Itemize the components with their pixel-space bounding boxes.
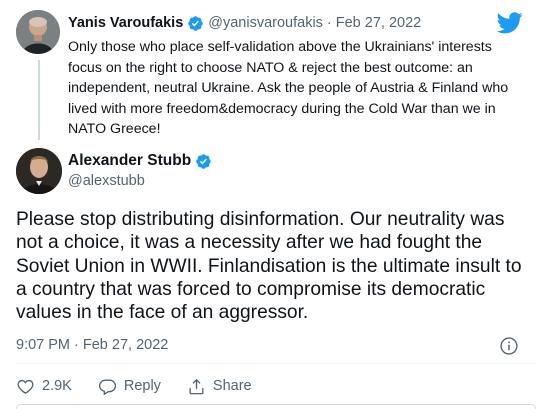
divider [16,363,536,364]
quoted-tweet-header: Yanis Varoufakis @yanisvaroufakis · Feb … [68,13,421,33]
reply-composer-edge [16,404,536,409]
main-author-handle[interactable]: @alexstubb [68,173,145,189]
verified-badge-icon [188,15,204,31]
main-author-name[interactable]: Alexander Stubb [68,152,191,170]
share-upload-icon [189,378,204,394]
thread-connector-line [38,60,40,140]
verified-badge-icon [196,153,211,169]
quoted-tweet-text: Only those who place self-validation abo… [68,39,509,137]
main-tweet-text: Please stop distributing disinformation.… [16,209,522,324]
quoted-tweet-date[interactable]: Feb 27, 2022 [336,15,421,31]
like-button[interactable]: 2.9K [16,377,72,396]
main-author-avatar[interactable] [16,148,62,194]
share-button[interactable]: Share [187,377,252,396]
info-icon[interactable] [499,336,519,356]
quoted-author-name[interactable]: Yanis Varoufakis [68,15,183,31]
reply-button[interactable]: Reply [98,377,161,396]
main-tweet-header: Alexander Stubb [68,150,216,172]
share-label: Share [212,378,252,394]
reply-label: Reply [123,378,161,394]
quoted-author-handle[interactable]: @yanisvaroufakis [208,15,323,31]
like-count: 2.9K [42,378,72,394]
twitter-bird-icon[interactable] [497,12,523,34]
separator-dot: · [326,15,332,31]
tweet-card: Yanis Varoufakis @yanisvaroufakis · Feb … [0,0,555,409]
action-bar: 2.9K Reply Share [16,375,278,397]
quoted-author-avatar[interactable] [16,10,60,54]
main-tweet-timestamp[interactable]: 9:07 PM · Feb 27, 2022 [16,337,168,353]
reply-bubble-icon [98,378,116,395]
heart-icon [17,379,34,394]
